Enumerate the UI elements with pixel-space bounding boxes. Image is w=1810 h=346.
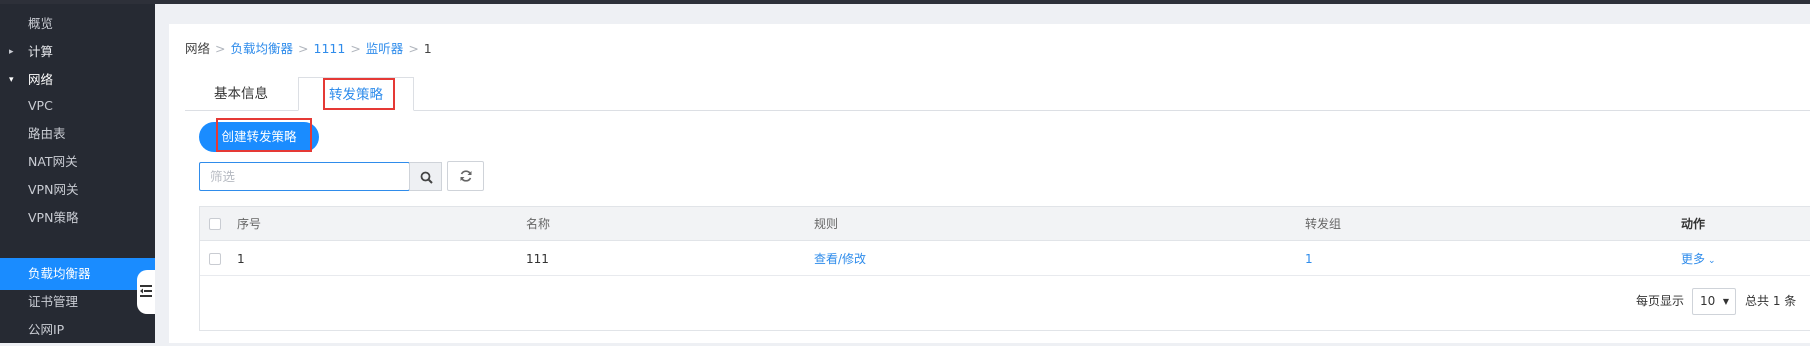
sidebar-item-label: 证书管理 [28,294,79,309]
sidebar-item-vpn-policy[interactable]: VPN策略 [0,202,155,234]
sidebar-item-label: 计算 [28,44,54,59]
refresh-icon [460,170,472,182]
tab-basic-info[interactable]: 基本信息 [185,77,297,111]
breadcrumb-current: 1 [423,41,432,56]
view-edit-rule-link[interactable]: 查看/修改 [814,242,866,276]
column-header-action: 动作 [1681,217,1706,231]
column-header-rule: 规则 [814,217,839,231]
forwarding-policy-table: 序号 名称 规则 转发组 动作 1 111 查看/修改 1 更多 ⌄ [199,206,1810,331]
breadcrumb-separator: > [215,41,226,56]
highlight-box-tab [323,78,395,110]
breadcrumb-separator: > [408,41,419,56]
select-all-checkbox[interactable] [209,218,221,230]
sidebar-collapse-button[interactable] [137,270,155,314]
per-page-select[interactable]: 10 ▼ [1692,288,1736,315]
refresh-button[interactable] [447,161,484,191]
search-icon [420,171,433,184]
sidebar-item-label: 负载均衡器 [28,266,91,281]
cell-index: 1 [237,252,245,266]
collapse-menu-icon [140,285,152,297]
sidebar-item-label: 公网IP [28,322,65,337]
cell-name: 111 [526,252,549,266]
sidebar-item-label: 网络 [28,72,54,87]
table-row: 1 111 查看/修改 1 更多 ⌄ [200,242,1810,276]
sidebar-item-label: VPC [28,98,53,113]
sidebar-item-public-ip[interactable]: 公网IP [0,314,155,346]
breadcrumb-listener[interactable]: 监听器 [366,41,404,56]
chevron-down-icon: ⌄ [1708,256,1716,266]
sidebar-item-label: 概览 [28,16,54,31]
breadcrumb-separator: > [350,41,361,56]
more-actions-label: 更多 [1681,252,1706,266]
search-button[interactable] [409,162,442,191]
column-header-name: 名称 [526,217,551,231]
forwarding-group-link[interactable]: 1 [1305,242,1313,276]
per-page-value: 10 [1700,294,1716,308]
breadcrumb-separator: > [298,41,309,56]
column-header-group: 转发组 [1305,217,1342,231]
per-page-label: 每页显示 [1636,294,1685,308]
row-checkbox[interactable] [209,253,221,265]
top-bar [0,0,1810,4]
tabs-divider [185,110,1810,111]
table-header: 序号 名称 规则 转发组 动作 [200,207,1810,241]
breadcrumb-lb-name[interactable]: 1111 [314,41,346,56]
total-count: 总共 1 条 [1745,294,1797,308]
sidebar-item-label: VPN网关 [28,182,79,197]
highlight-box-create-button [216,118,312,152]
dropdown-arrow-icon: ▼ [1722,297,1729,306]
sidebar-item-label: VPN策略 [28,210,79,225]
breadcrumb-load-balancer[interactable]: 负载均衡器 [231,41,294,56]
sidebar-item-label: 路由表 [28,126,66,141]
breadcrumb: 网络 > 负载均衡器 >1111 > 监听器 >1 [185,38,432,57]
filter-input[interactable] [199,162,410,191]
column-header-index: 序号 [237,217,262,231]
breadcrumb-network[interactable]: 网络 [185,41,210,56]
sidebar: 概览 ▸ 计算 ▾ 网络 VPC 路由表 NAT网关 VPN网关 VPN策略 负载均… [0,4,155,343]
more-actions-dropdown[interactable]: 更多 ⌄ [1681,242,1716,276]
sidebar-item-label: NAT网关 [28,154,78,169]
